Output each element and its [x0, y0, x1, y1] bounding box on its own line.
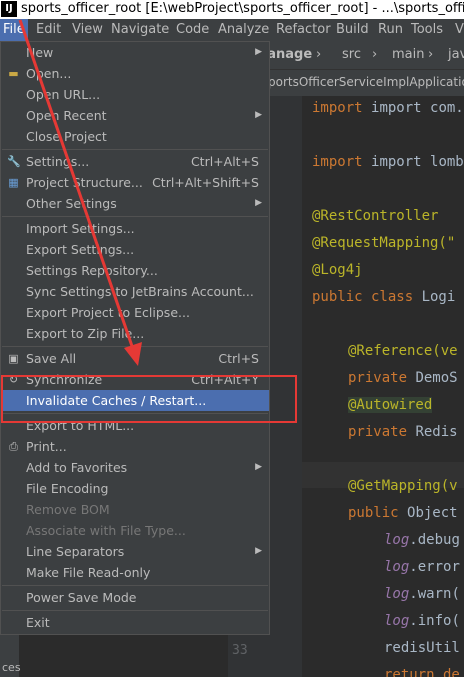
menu-item-line-separators[interactable]: Line Separators ▶ [1, 541, 269, 562]
code-line: log.debug [384, 532, 460, 548]
breadcrumb-main[interactable]: main [392, 47, 424, 62]
code-line: @GetMapping(v [348, 478, 458, 494]
menu-separator [2, 585, 268, 586]
menu-analyze[interactable]: Analyze [218, 22, 269, 37]
menu-item-settings[interactable]: 🔧 Settings... Ctrl+Alt+S [1, 151, 269, 172]
menu-item-file-encoding[interactable]: File Encoding [1, 478, 269, 499]
menu-item-associate-file-type: Associate with File Type... [26, 523, 186, 538]
window-title: sports_officer_root [E:\webProject\sport… [21, 1, 464, 16]
code-line: @RequestMapping(" [312, 235, 456, 251]
menu-item-open-recent[interactable]: Open Recent ▶ [1, 105, 269, 126]
code-line: @RestController [312, 208, 439, 224]
menu-item-exit[interactable]: Exit [1, 612, 269, 633]
folder-icon: ▬ [8, 67, 19, 80]
editor-tab[interactable]: portsOfficerServiceImplApplication [268, 75, 464, 89]
menu-separator [2, 216, 268, 217]
menu-edit[interactable]: Edit [36, 22, 61, 37]
code-line: redisUtil [384, 640, 460, 656]
tool-window-label[interactable]: ces [2, 661, 21, 674]
chevron-right-icon: › [316, 47, 322, 62]
menu-code[interactable]: Code [176, 22, 209, 37]
menu-file[interactable]: File [0, 19, 28, 41]
menu-tools[interactable]: Tools [411, 22, 443, 37]
code-line: private Redis [348, 424, 458, 440]
menu-item-import-settings[interactable]: Import Settings... [1, 218, 269, 239]
breadcrumb: nanage › src › main › jav [258, 41, 464, 70]
code-line: @Log4j [312, 262, 363, 278]
chevron-right-icon: › [372, 47, 378, 62]
menu-vcs[interactable]: V [455, 22, 464, 37]
menu-item-power-save-mode[interactable]: Power Save Mode [1, 587, 269, 608]
code-line: public Object [348, 505, 458, 521]
code-editor[interactable]: import import com.zs.uti import import l… [302, 96, 464, 677]
code-line: @Autowired [348, 397, 433, 413]
menu-item-settings-repository[interactable]: Settings Repository... [1, 260, 269, 281]
code-line: return de [384, 667, 460, 677]
menu-item-other-settings[interactable]: Other Settings ▶ [1, 193, 269, 214]
menu-item-export-settings[interactable]: Export Settings... [1, 239, 269, 260]
menu-item-close-project[interactable]: Close Project [1, 126, 269, 147]
save-icon: ▣ [8, 352, 19, 365]
menu-run[interactable]: Run [378, 22, 403, 37]
menu-item-make-read-only[interactable]: Make File Read-only [1, 562, 269, 583]
code-line: import import lombok.ext [312, 154, 464, 170]
menu-build[interactable]: Build [336, 22, 369, 37]
menu-item-remove-bom: Remove BOM [26, 502, 110, 517]
editor-tab-bar: portsOfficerServiceImplApplication [258, 70, 464, 96]
print-icon: ⎙ [9, 440, 18, 453]
menu-item-open[interactable]: ▬ Open... [1, 63, 269, 84]
project-structure-icon: ▦ [8, 176, 19, 189]
menu-item-save-all[interactable]: ▣ Save All Ctrl+S [1, 348, 269, 369]
submenu-arrow-icon: ▶ [255, 546, 262, 556]
submenu-arrow-icon: ▶ [255, 47, 262, 57]
menu-refactor[interactable]: Refactor [276, 22, 331, 37]
menu-item-sync-settings[interactable]: Sync Settings to JetBrains Account... [1, 281, 269, 302]
line-number: 33 [232, 643, 248, 658]
menu-separator [2, 149, 268, 150]
menu-item-new[interactable]: New ▶ [1, 42, 269, 63]
menu-item-project-structure[interactable]: ▦ Project Structure... Ctrl+Alt+Shift+S [1, 172, 269, 193]
menu-item-add-to-favorites[interactable]: Add to Favorites ▶ [1, 457, 269, 478]
menu-view[interactable]: View [72, 22, 103, 37]
file-menu-dropdown: New ▶ ▬ Open... Open URL... Open Recent ▶ C… [0, 41, 270, 635]
breadcrumb-java[interactable]: jav [448, 47, 464, 62]
highlight-box [1, 375, 297, 423]
wrench-icon: 🔧 [7, 155, 21, 168]
menu-bar: File Edit View Navigate Code Analyze Ref… [0, 19, 464, 41]
menu-item-export-zip[interactable]: Export to Zip File... [1, 323, 269, 344]
chevron-right-icon: › [428, 47, 434, 62]
code-line: log.error [384, 559, 460, 575]
menu-item-open-url[interactable]: Open URL... [1, 84, 269, 105]
code-line: import import com.zs.uti [312, 100, 464, 116]
menu-item-print[interactable]: ⎙ Print... [1, 436, 269, 457]
code-line: log.info( [384, 613, 460, 629]
submenu-arrow-icon: ▶ [255, 462, 262, 472]
submenu-arrow-icon: ▶ [255, 198, 262, 208]
menu-separator [2, 346, 268, 347]
menu-separator [2, 610, 268, 611]
code-line: @Reference(ve [348, 343, 458, 359]
title-bar: IJ sports_officer_root [E:\webProject\sp… [0, 0, 464, 19]
intellij-logo-icon: IJ [1, 1, 17, 17]
code-line: log.warn( [384, 586, 460, 602]
menu-item-export-eclipse[interactable]: Export Project to Eclipse... [1, 302, 269, 323]
submenu-arrow-icon: ▶ [255, 110, 262, 120]
breadcrumb-src[interactable]: src [342, 47, 361, 62]
code-line: private DemoS [348, 370, 458, 386]
bottom-tool-strip: ces [0, 635, 21, 677]
menu-navigate[interactable]: Navigate [111, 22, 169, 37]
code-line: public class Logi [312, 289, 456, 305]
